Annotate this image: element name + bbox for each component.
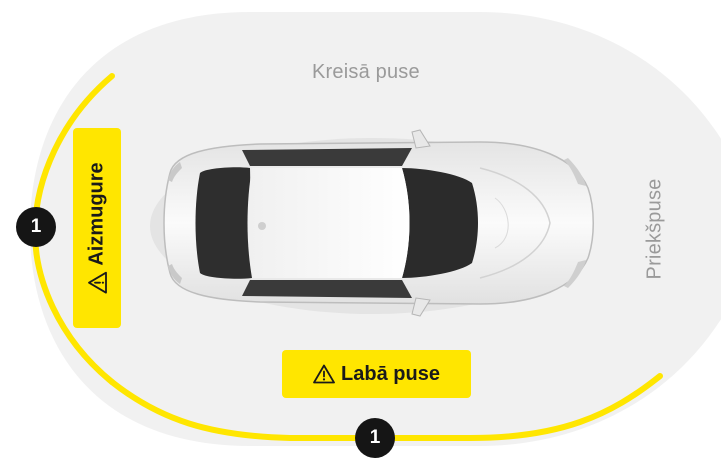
right-side-count-badge[interactable]: 1 xyxy=(355,418,395,458)
right-side-warning-label: Labā puse xyxy=(341,362,440,385)
front-side-label: Priekšpuse xyxy=(643,178,666,280)
rear-warning-label: Aizmugure xyxy=(85,162,108,266)
left-side-label: Kreisā puse xyxy=(312,61,420,83)
car-damage-diagram: Kreisā puse Priekšpuse Labā puse Aizmugu… xyxy=(0,0,721,458)
rear-warning-tag[interactable]: Aizmugure xyxy=(73,128,121,328)
car-top-view-icon xyxy=(150,129,594,317)
warning-triangle-icon xyxy=(87,271,107,294)
rear-count-badge[interactable]: 1 xyxy=(16,207,56,247)
warning-triangle-icon xyxy=(313,364,335,384)
right-side-warning-tag[interactable]: Labā puse xyxy=(282,350,471,398)
